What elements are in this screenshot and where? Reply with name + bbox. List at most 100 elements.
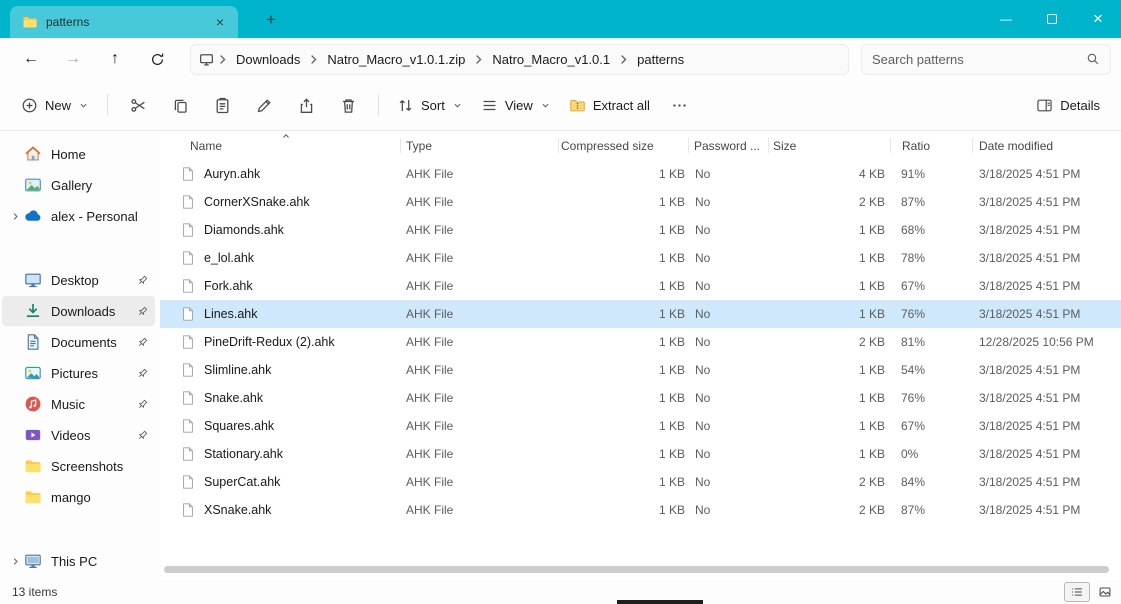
sidebar-item-videos[interactable]: Videos: [2, 420, 155, 450]
file-name-cell: PineDrift-Redux (2).ahk: [160, 328, 400, 356]
extract-all-button[interactable]: Extract all: [560, 88, 659, 122]
sort-icon: [397, 97, 414, 114]
column-header-password[interactable]: Password ...: [688, 131, 768, 160]
file-password: No: [695, 419, 711, 433]
file-name-cell: XSnake.ahk: [160, 496, 400, 524]
pin-icon: [135, 429, 150, 442]
file-row[interactable]: XSnake.ahk AHK File 1 KB No 2 KB 87% 3/18/2025…: [160, 496, 1121, 524]
back-icon: ←: [23, 50, 39, 67]
sidebar-item-pictures[interactable]: Pictures: [2, 358, 155, 388]
ellipsis-icon: [671, 97, 688, 114]
breadcrumb-item[interactable]: Natro_Macro_v1.0.1: [487, 49, 615, 70]
delete-button[interactable]: [327, 88, 369, 122]
new-tab-button[interactable]: +: [258, 9, 284, 31]
file-row[interactable]: Lines.ahk AHK File 1 KB No 1 KB 76% 3/18/2025 …: [160, 300, 1121, 328]
up-button[interactable]: ↑: [94, 43, 136, 75]
copy-button[interactable]: [159, 88, 201, 122]
share-button[interactable]: [285, 88, 327, 122]
address-bar[interactable]: Downloads Natro_Macro_v1.0.1.zip Natro_Mac…: [190, 43, 849, 75]
column-header-label: Size: [773, 138, 797, 153]
rename-button[interactable]: [243, 88, 285, 122]
file-name: e_lol.ahk: [204, 251, 255, 265]
more-options-button[interactable]: [659, 88, 701, 122]
file-modified: 3/18/2025 4:51 PM: [979, 475, 1081, 489]
sidebar-item-documents[interactable]: Documents: [2, 327, 155, 357]
sidebar-item-music[interactable]: Music: [2, 389, 155, 419]
sidebar-item-mango[interactable]: mango: [2, 482, 155, 512]
chevron-right-icon[interactable]: [7, 211, 24, 222]
file-name-cell: Slimline.ahk: [160, 356, 400, 384]
back-button[interactable]: ←: [10, 43, 52, 75]
sidebar-item-desktop[interactable]: Desktop: [2, 265, 155, 295]
videos-icon: [24, 426, 42, 444]
new-button[interactable]: New: [12, 88, 98, 122]
file-password: No: [695, 363, 711, 377]
file-row[interactable]: SuperCat.ahk AHK File 1 KB No 2 KB 84% 3/18/20…: [160, 468, 1121, 496]
file-row[interactable]: Snake.ahk AHK File 1 KB No 1 KB 76% 3/18/2025 …: [160, 384, 1121, 412]
cut-button[interactable]: [117, 88, 159, 122]
thumbnail-view-toggle[interactable]: [1092, 582, 1118, 602]
file-ratio: 67%: [901, 279, 926, 293]
sort-button[interactable]: Sort: [388, 88, 472, 122]
file-type: AHK File: [406, 335, 454, 349]
new-icon: [21, 97, 38, 114]
file-row[interactable]: Auryn.ahk AHK File 1 KB No 4 KB 91% 3/18/2025 …: [160, 160, 1121, 188]
file-row[interactable]: Fork.ahk AHK File 1 KB No 1 KB 67% 3/18/2025 4…: [160, 272, 1121, 300]
forward-button[interactable]: →: [52, 43, 94, 75]
file-ratio: 76%: [901, 307, 926, 321]
pin-icon: [135, 274, 150, 287]
chevron-right-icon: [305, 52, 322, 67]
file-row[interactable]: e_lol.ahk AHK File 1 KB No 1 KB 78% 3/18/2025 …: [160, 244, 1121, 272]
view-button[interactable]: View: [472, 88, 560, 122]
horizontal-scrollbar[interactable]: [164, 566, 1109, 573]
sort-ascending-caret-icon[interactable]: [280, 131, 292, 142]
chevron-down-icon: [452, 100, 463, 111]
file-name-cell: Lines.ahk: [160, 300, 400, 328]
breadcrumb-item[interactable]: patterns: [632, 49, 689, 70]
search-input[interactable]: [872, 51, 1086, 67]
column-header-modified[interactable]: Date modified: [972, 131, 1121, 160]
details-view-toggle[interactable]: [1064, 582, 1090, 602]
file-row[interactable]: Stationary.ahk AHK File 1 KB No 1 KB 0% 3/18/2…: [160, 440, 1121, 468]
sidebar-item-downloads[interactable]: Downloads: [2, 296, 155, 326]
sidebar-item-home[interactable]: Home: [2, 139, 155, 169]
minimize-button[interactable]: —: [983, 0, 1029, 38]
file-password: No: [695, 195, 711, 209]
chevron-right-icon: [615, 52, 632, 67]
file-size: 1 KB: [858, 223, 885, 237]
explorer-tab[interactable]: patterns ×: [10, 6, 238, 38]
refresh-button[interactable]: [136, 43, 178, 75]
search-box[interactable]: [861, 43, 1111, 75]
details-button[interactable]: Details: [1027, 88, 1109, 122]
file-ratio: 54%: [901, 363, 926, 377]
file-rows: Auryn.ahk AHK File 1 KB No 4 KB 91% 3/18/2025 …: [160, 160, 1121, 524]
column-header-type[interactable]: Type: [400, 131, 558, 160]
column-header-size[interactable]: Size: [768, 131, 890, 160]
file-row[interactable]: Diamonds.ahk AHK File 1 KB No 1 KB 68% 3/18/20…: [160, 216, 1121, 244]
file-row[interactable]: PineDrift-Redux (2).ahk AHK File 1 KB No 2 K…: [160, 328, 1121, 356]
maximize-icon: [1047, 14, 1057, 24]
sidebar-item-gallery[interactable]: Gallery: [2, 170, 155, 200]
file-password: No: [695, 251, 711, 265]
sidebar-item-this-pc[interactable]: This PC: [2, 546, 155, 576]
file-ratio: 87%: [901, 195, 926, 209]
column-header-ratio[interactable]: Ratio: [890, 131, 972, 160]
sidebar-item-alex-personal[interactable]: alex - Personal: [2, 201, 155, 231]
file-icon: [180, 502, 196, 518]
paste-button[interactable]: [201, 88, 243, 122]
sidebar-item-screenshots[interactable]: Screenshots: [2, 451, 155, 481]
column-header-compressed[interactable]: Compressed size: [558, 131, 688, 160]
up-icon: ↑: [111, 50, 119, 67]
file-row[interactable]: Slimline.ahk AHK File 1 KB No 1 KB 54% 3/18/20…: [160, 356, 1121, 384]
breadcrumb-item[interactable]: Downloads: [231, 49, 305, 70]
close-button[interactable]: ×: [1075, 0, 1121, 38]
breadcrumb-item[interactable]: Natro_Macro_v1.0.1.zip: [322, 49, 470, 70]
maximize-button[interactable]: [1029, 0, 1075, 38]
sidebar-item-label: Music: [51, 396, 85, 412]
file-row[interactable]: Squares.ahk AHK File 1 KB No 1 KB 67% 3/18/202…: [160, 412, 1121, 440]
file-row[interactable]: CornerXSnake.ahk AHK File 1 KB No 2 KB 87% 3/1…: [160, 188, 1121, 216]
file-name: Squares.ahk: [204, 419, 275, 433]
file-icon: [180, 334, 196, 350]
chevron-right-icon[interactable]: [7, 556, 24, 567]
tab-close-button[interactable]: ×: [210, 12, 230, 32]
